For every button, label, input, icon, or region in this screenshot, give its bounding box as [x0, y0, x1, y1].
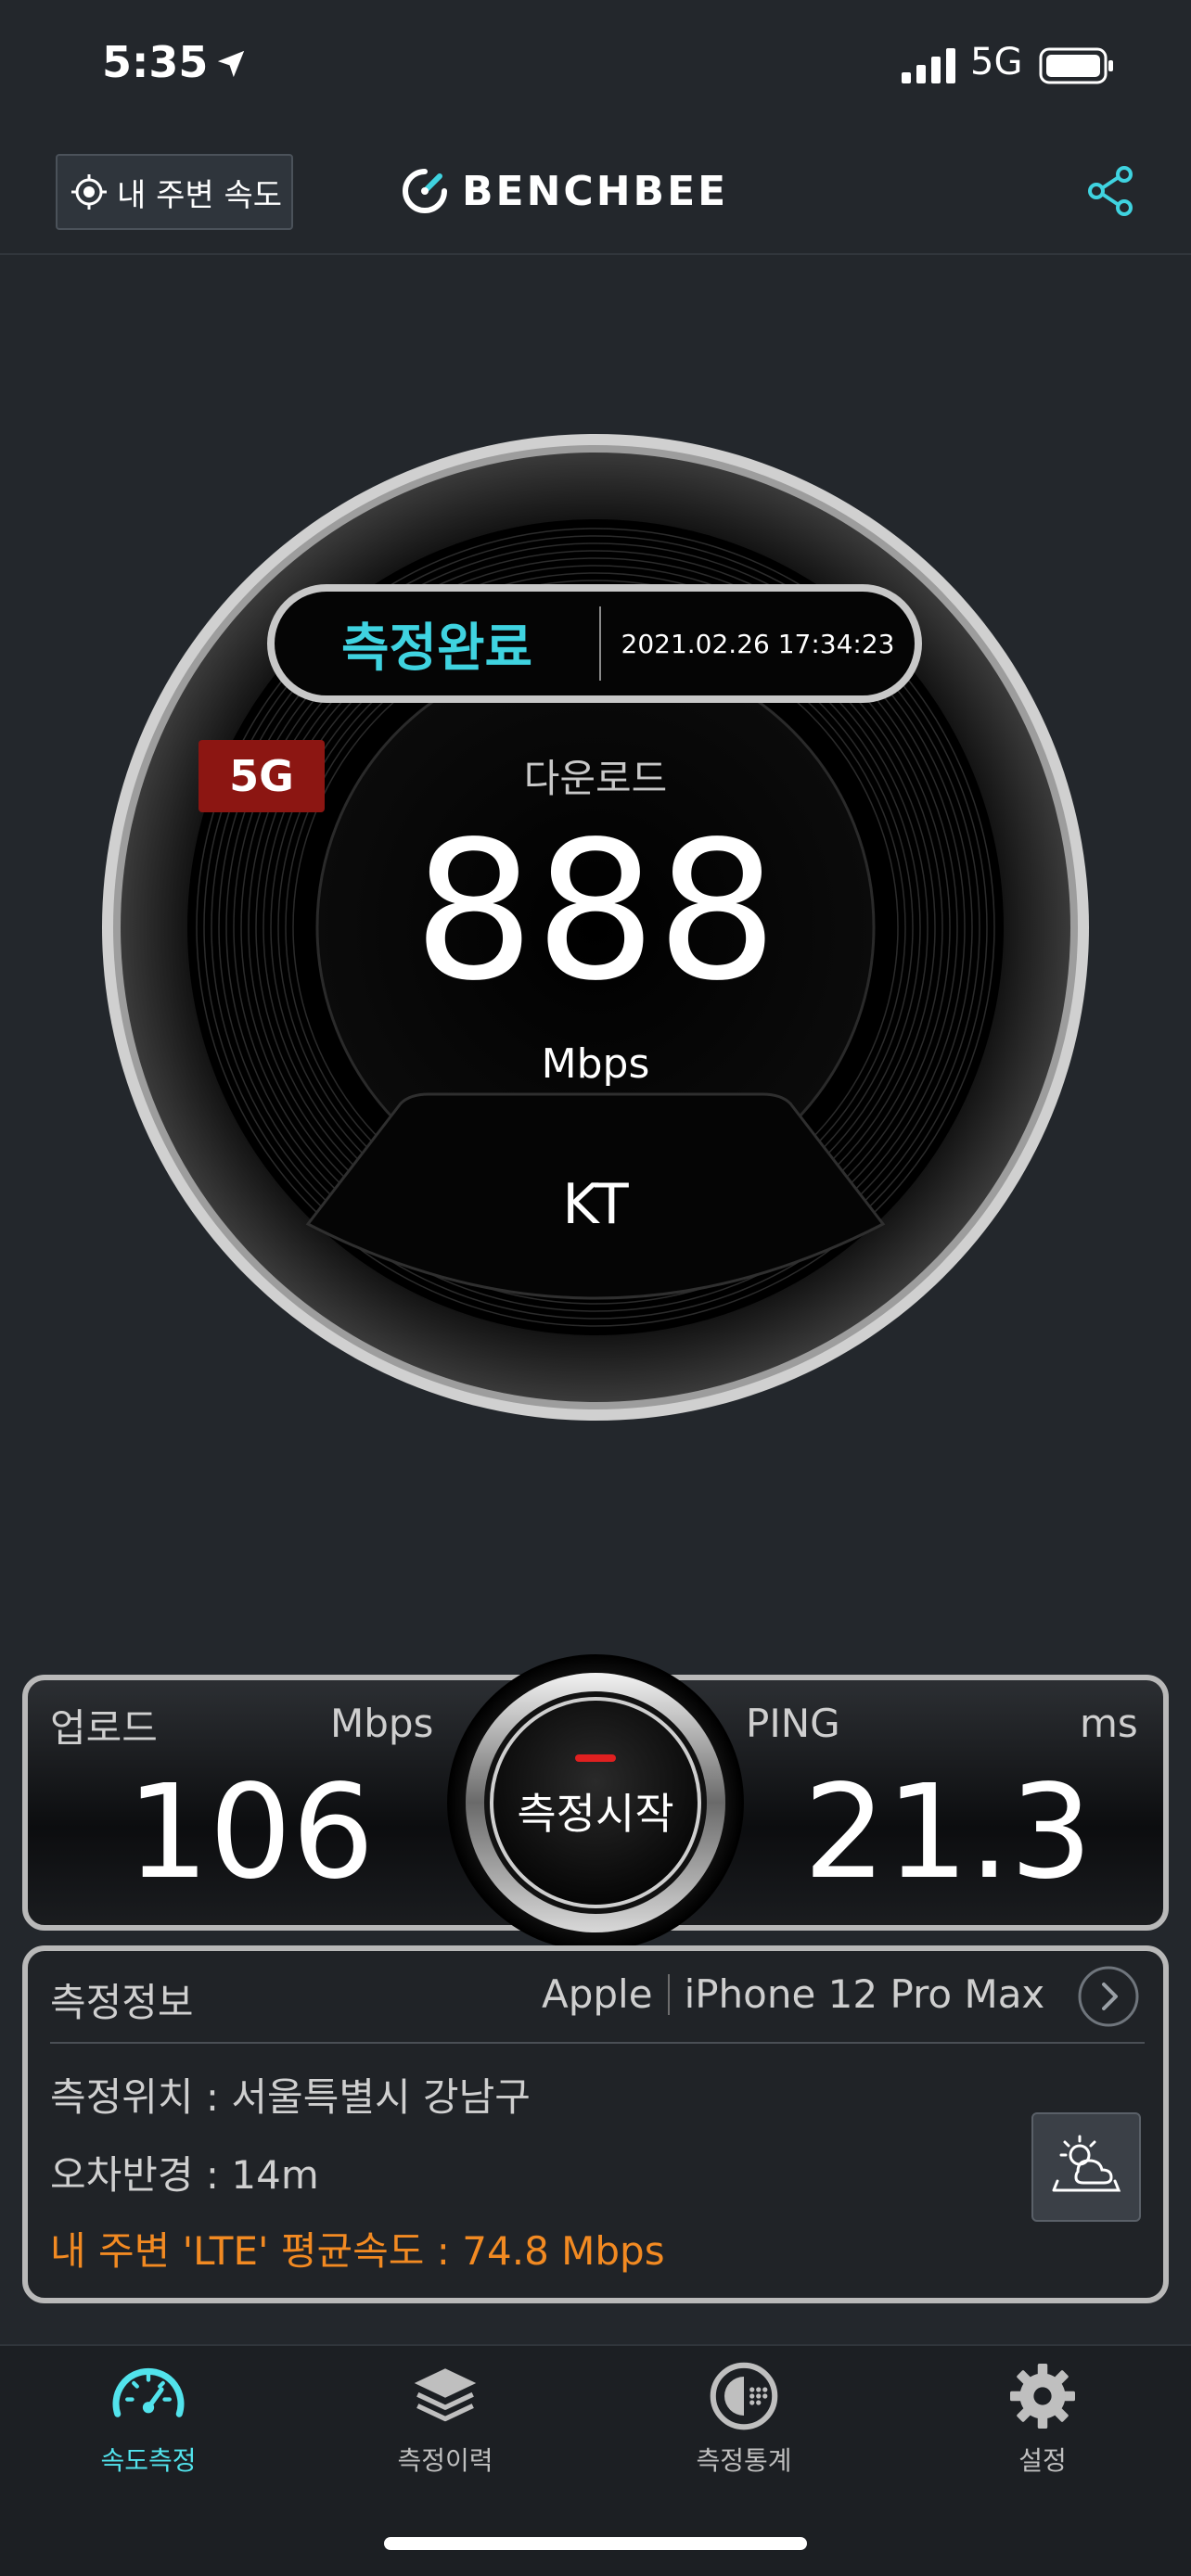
upload-label: 업로드	[50, 1705, 158, 1751]
stats-dial-icon	[710, 2362, 778, 2430]
network-type: 5G	[970, 41, 1023, 83]
download-unit: Mbps	[541, 1040, 650, 1088]
speedometer-icon	[112, 2367, 185, 2417]
download-label: 다운로드	[523, 756, 668, 801]
status-pill: 측정완료 2021.02.26 17:34:23	[267, 584, 922, 703]
nearby-speed-label: 내 주변 속도	[117, 176, 283, 214]
device-model: iPhone 12 Pro Max	[684, 1971, 1045, 2017]
error-radius: 오차반경 : 14m	[50, 2152, 319, 2198]
start-measure-label: 측정시작	[517, 1789, 674, 1839]
location-target-icon	[71, 174, 107, 210]
status-time: 5:35	[102, 37, 209, 87]
info-title: 측정정보	[50, 1980, 194, 2025]
device-separator	[667, 1973, 670, 2015]
device-info: Apple iPhone 12 Pro Max	[542, 1971, 1044, 2017]
tab-statistics[interactable]: 측정통계	[642, 2357, 846, 2478]
info-divider	[50, 2042, 1145, 2044]
tab-label: 속도측정	[100, 2445, 197, 2476]
nearby-speed-button[interactable]: 내 주변 속도	[56, 154, 293, 230]
location-arrow-icon	[217, 50, 245, 78]
layers-icon	[414, 2368, 477, 2422]
tab-label: 측정이력	[397, 2445, 493, 2476]
weather-button[interactable]	[1031, 2112, 1141, 2222]
network-badge: 5G	[198, 740, 325, 812]
battery-icon	[1039, 47, 1113, 84]
cellular-signal-icon	[902, 48, 955, 83]
ping-value: 21.3	[803, 1757, 1093, 1908]
chevron-right-icon[interactable]	[1076, 1964, 1141, 2029]
ping-label: PING	[746, 1701, 840, 1746]
measurement-status: 측정완료	[340, 618, 533, 679]
download-value: 888	[413, 800, 778, 1023]
upload-unit: Mbps	[330, 1701, 434, 1746]
ping-unit: ms	[1080, 1701, 1138, 1746]
upload-value: 106	[126, 1757, 375, 1908]
measurement-location: 측정위치 : 서울특별시 강남구	[50, 2074, 531, 2120]
share-icon[interactable]	[1083, 163, 1139, 219]
logo-text: BENCHBEE	[462, 167, 729, 215]
tab-settings[interactable]: 설정	[941, 2357, 1145, 2478]
benchbee-logo: BENCHBEE	[401, 165, 728, 217]
nearby-average-speed[interactable]: 내 주변 'LTE' 평균속도 : 74.8 Mbps	[50, 2220, 665, 2276]
tab-label: 측정통계	[696, 2445, 792, 2476]
carrier-name: KT	[562, 1172, 629, 1237]
device-brand: Apple	[542, 1971, 653, 2017]
measurement-datetime: 2021.02.26 17:34:23	[621, 628, 895, 659]
gear-icon	[1010, 2364, 1075, 2429]
tab-label: 설정	[1018, 2445, 1067, 2476]
tab-history[interactable]: 측정이력	[343, 2357, 547, 2478]
home-indicator	[384, 2537, 807, 2550]
tab-speed-test[interactable]: 속도측정	[46, 2357, 250, 2478]
weather-icon	[1052, 2135, 1121, 2192]
benchbee-logo-icon	[403, 169, 447, 213]
